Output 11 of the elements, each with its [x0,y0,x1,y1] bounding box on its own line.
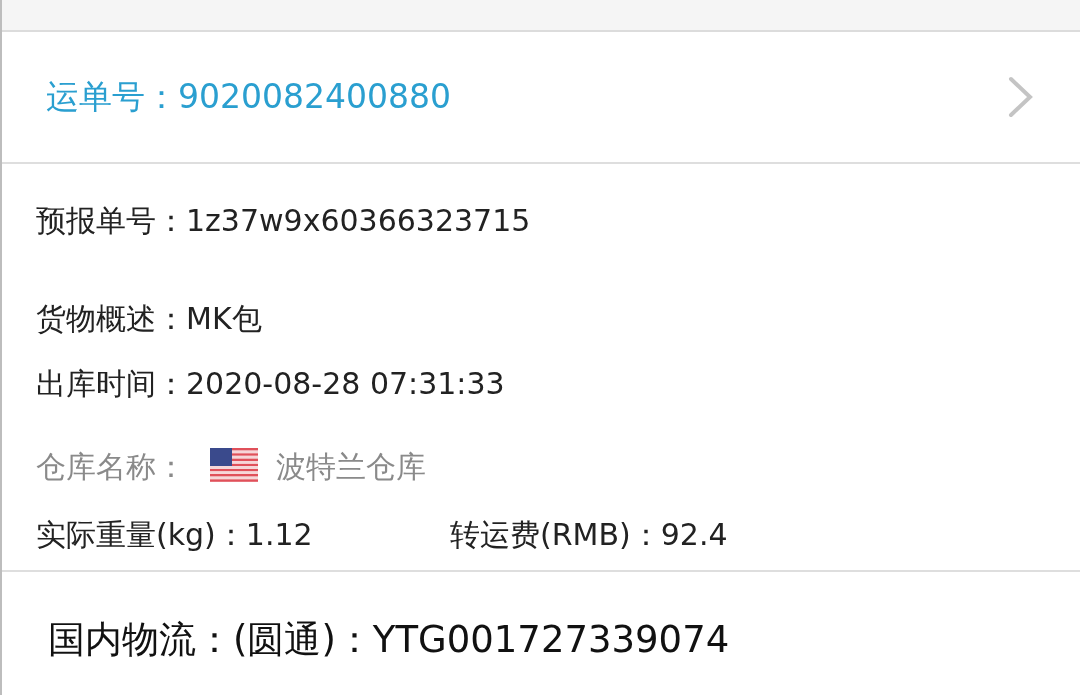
domestic-logistics: 国内物流：(圆通)：YTG001727339074 [48,617,730,664]
chevron-right-icon[interactable] [1008,76,1034,118]
waybill-number[interactable]: 运单号：9020082400880 [46,72,451,122]
warehouse-label: 仓库名称： [36,447,186,486]
warehouse-name: 波特兰仓库 [276,447,426,486]
detail-text: 转运费(RMB)：92.4 [450,515,728,554]
detail-text: 预报单号：1z37w9x60366323715 [36,201,531,240]
detail-text: 出库时间：2020-08-28 07:31:33 [36,364,505,403]
detail-text: 实际重量(kg)：1.12 [36,515,314,554]
detail-text: 货物概述：MK包 [36,299,262,338]
flag-icon [210,448,258,484]
